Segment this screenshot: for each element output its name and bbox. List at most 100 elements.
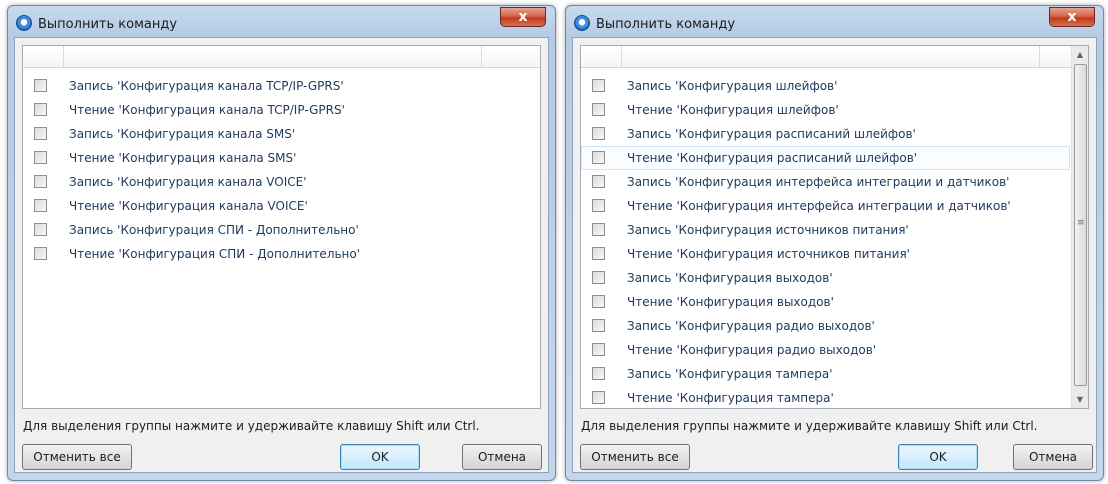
list-item[interactable]: Запись 'Конфигурация шлейфов' — [581, 74, 1070, 98]
list-item-highlighted[interactable]: Чтение 'Конфигурация расписаний шлейфов' — [581, 146, 1070, 170]
window-title: Выполнить команду — [596, 17, 736, 32]
selection-hint: Для выделения группы нажмите и удерживай… — [23, 419, 480, 433]
checkbox[interactable] — [34, 175, 47, 188]
item-label: Чтение 'Конфигурация канала VOICE' — [69, 199, 308, 213]
checkbox[interactable] — [592, 151, 605, 164]
header-divider — [63, 46, 64, 68]
command-list: Запись 'Конфигурация шлейфов' Чтение 'Ко… — [580, 45, 1089, 409]
dialog-body: Запись 'Конфигурация шлейфов' Чтение 'Ко… — [572, 37, 1097, 473]
cancel-button[interactable]: Отмена — [462, 444, 542, 470]
window-title: Выполнить команду — [38, 17, 178, 32]
checkbox[interactable] — [592, 223, 605, 236]
item-label: Чтение 'Конфигурация шлейфов' — [627, 103, 839, 117]
list-item[interactable]: Запись 'Конфигурация тампера' — [581, 362, 1070, 386]
item-label: Запись 'Конфигурация расписаний шлейфов' — [627, 127, 916, 141]
item-label: Чтение 'Конфигурация расписаний шлейфов' — [627, 151, 918, 165]
item-label: Запись 'Конфигурация канала VOICE' — [69, 175, 307, 189]
item-label: Запись 'Конфигурация источников питания' — [627, 223, 909, 237]
item-label: Чтение 'Конфигурация СПИ - Дополнительно… — [69, 247, 361, 261]
list-item[interactable]: Запись 'Конфигурация выходов' — [581, 266, 1070, 290]
title-bar[interactable]: Выполнить команду x — [8, 6, 555, 36]
checkbox[interactable] — [592, 391, 605, 404]
checkbox[interactable] — [592, 295, 605, 308]
list-header — [581, 46, 1088, 68]
item-label: Чтение 'Конфигурация канала SMS' — [69, 151, 297, 165]
checkbox[interactable] — [592, 103, 605, 116]
list-rows: Запись 'Конфигурация канала TCP/IP-GPRS'… — [23, 74, 540, 266]
deselect-all-button[interactable]: Отменить все — [580, 444, 690, 470]
list-item[interactable]: Запись 'Конфигурация канала TCP/IP-GPRS' — [23, 74, 540, 98]
item-label: Запись 'Конфигурация СПИ - Дополнительно… — [69, 223, 359, 237]
list-rows: Запись 'Конфигурация шлейфов' Чтение 'Ко… — [581, 74, 1070, 410]
grip-icon: ≡ — [1077, 218, 1085, 228]
list-item[interactable]: Чтение 'Конфигурация источников питания' — [581, 242, 1070, 266]
list-item[interactable]: Запись 'Конфигурация канала SMS' — [23, 122, 540, 146]
item-label: Запись 'Конфигурация радио выходов' — [627, 319, 875, 333]
command-list: Запись 'Конфигурация канала TCP/IP-GPRS'… — [22, 45, 541, 409]
checkbox[interactable] — [34, 151, 47, 164]
item-label: Чтение 'Конфигурация интерфейса интеграц… — [627, 199, 1011, 213]
list-header — [23, 46, 540, 68]
close-button[interactable]: x — [500, 7, 546, 27]
item-label: Чтение 'Конфигурация источников питания' — [627, 247, 910, 261]
checkbox[interactable] — [592, 343, 605, 356]
execute-command-dialog-2: Выполнить команду x Запись 'Конфигурация… — [565, 5, 1104, 481]
deselect-all-button[interactable]: Отменить все — [22, 444, 132, 470]
checkbox[interactable] — [592, 319, 605, 332]
list-item[interactable]: Запись 'Конфигурация источников питания' — [581, 218, 1070, 242]
dialog-body: Запись 'Конфигурация канала TCP/IP-GPRS'… — [14, 37, 549, 473]
scroll-up-icon[interactable]: ▲ — [1072, 46, 1088, 63]
checkbox[interactable] — [34, 127, 47, 140]
list-item[interactable]: Чтение 'Конфигурация радио выходов' — [581, 338, 1070, 362]
checkbox[interactable] — [592, 367, 605, 380]
item-label: Запись 'Конфигурация шлейфов' — [627, 79, 838, 93]
checkbox[interactable] — [592, 271, 605, 284]
cancel-button[interactable]: Отмена — [1013, 444, 1093, 470]
list-item[interactable]: Запись 'Конфигурация интерфейса интеграц… — [581, 170, 1070, 194]
list-item[interactable]: Чтение 'Конфигурация шлейфов' — [581, 98, 1070, 122]
item-label: Запись 'Конфигурация выходов' — [627, 271, 833, 285]
list-item[interactable]: Чтение 'Конфигурация интерфейса интеграц… — [581, 194, 1070, 218]
item-label: Чтение 'Конфигурация канала TCP/IP-GPRS' — [69, 103, 345, 117]
checkbox[interactable] — [34, 223, 47, 236]
item-label: Запись 'Конфигурация канала SMS' — [69, 127, 296, 141]
list-item[interactable]: Чтение 'Конфигурация тампера' — [581, 386, 1070, 410]
app-icon — [574, 15, 590, 31]
execute-command-dialog-1: Выполнить команду x Запись 'Конфигурация… — [7, 5, 556, 481]
list-item[interactable]: Запись 'Конфигурация СПИ - Дополнительно… — [23, 218, 540, 242]
checkbox[interactable] — [592, 247, 605, 260]
list-item[interactable]: Чтение 'Конфигурация выходов' — [581, 290, 1070, 314]
checkbox[interactable] — [592, 199, 605, 212]
item-label: Чтение 'Конфигурация радио выходов' — [627, 343, 877, 357]
checkbox[interactable] — [34, 247, 47, 260]
item-label: Чтение 'Конфигурация выходов' — [627, 295, 834, 309]
ok-button[interactable]: OK — [340, 444, 420, 470]
list-item[interactable]: Запись 'Конфигурация канала VOICE' — [23, 170, 540, 194]
header-divider — [621, 46, 622, 68]
title-bar[interactable]: Выполнить команду x — [566, 6, 1103, 36]
list-item[interactable]: Запись 'Конфигурация радио выходов' — [581, 314, 1070, 338]
checkbox[interactable] — [592, 175, 605, 188]
item-label: Запись 'Конфигурация канала TCP/IP-GPRS' — [69, 79, 344, 93]
app-icon — [16, 15, 32, 31]
vertical-scrollbar[interactable]: ▲ ≡ ▼ — [1071, 46, 1088, 408]
list-item[interactable]: Чтение 'Конфигурация канала TCP/IP-GPRS' — [23, 98, 540, 122]
close-button[interactable]: x — [1049, 7, 1095, 27]
list-item[interactable]: Чтение 'Конфигурация СПИ - Дополнительно… — [23, 242, 540, 266]
list-item[interactable]: Чтение 'Конфигурация канала SMS' — [23, 146, 540, 170]
scroll-thumb[interactable]: ≡ — [1074, 64, 1087, 386]
checkbox[interactable] — [592, 127, 605, 140]
header-divider — [481, 46, 482, 68]
list-item[interactable]: Чтение 'Конфигурация канала VOICE' — [23, 194, 540, 218]
checkbox[interactable] — [592, 79, 605, 92]
checkbox[interactable] — [34, 103, 47, 116]
item-label: Запись 'Конфигурация тампера' — [627, 367, 833, 381]
ok-button[interactable]: OK — [898, 444, 978, 470]
scroll-down-icon[interactable]: ▼ — [1072, 391, 1088, 408]
list-item[interactable]: Запись 'Конфигурация расписаний шлейфов' — [581, 122, 1070, 146]
selection-hint: Для выделения группы нажмите и удерживай… — [581, 419, 1038, 433]
checkbox[interactable] — [34, 199, 47, 212]
checkbox[interactable] — [34, 79, 47, 92]
item-label: Запись 'Конфигурация интерфейса интеграц… — [627, 175, 1010, 189]
header-divider — [1039, 46, 1040, 68]
